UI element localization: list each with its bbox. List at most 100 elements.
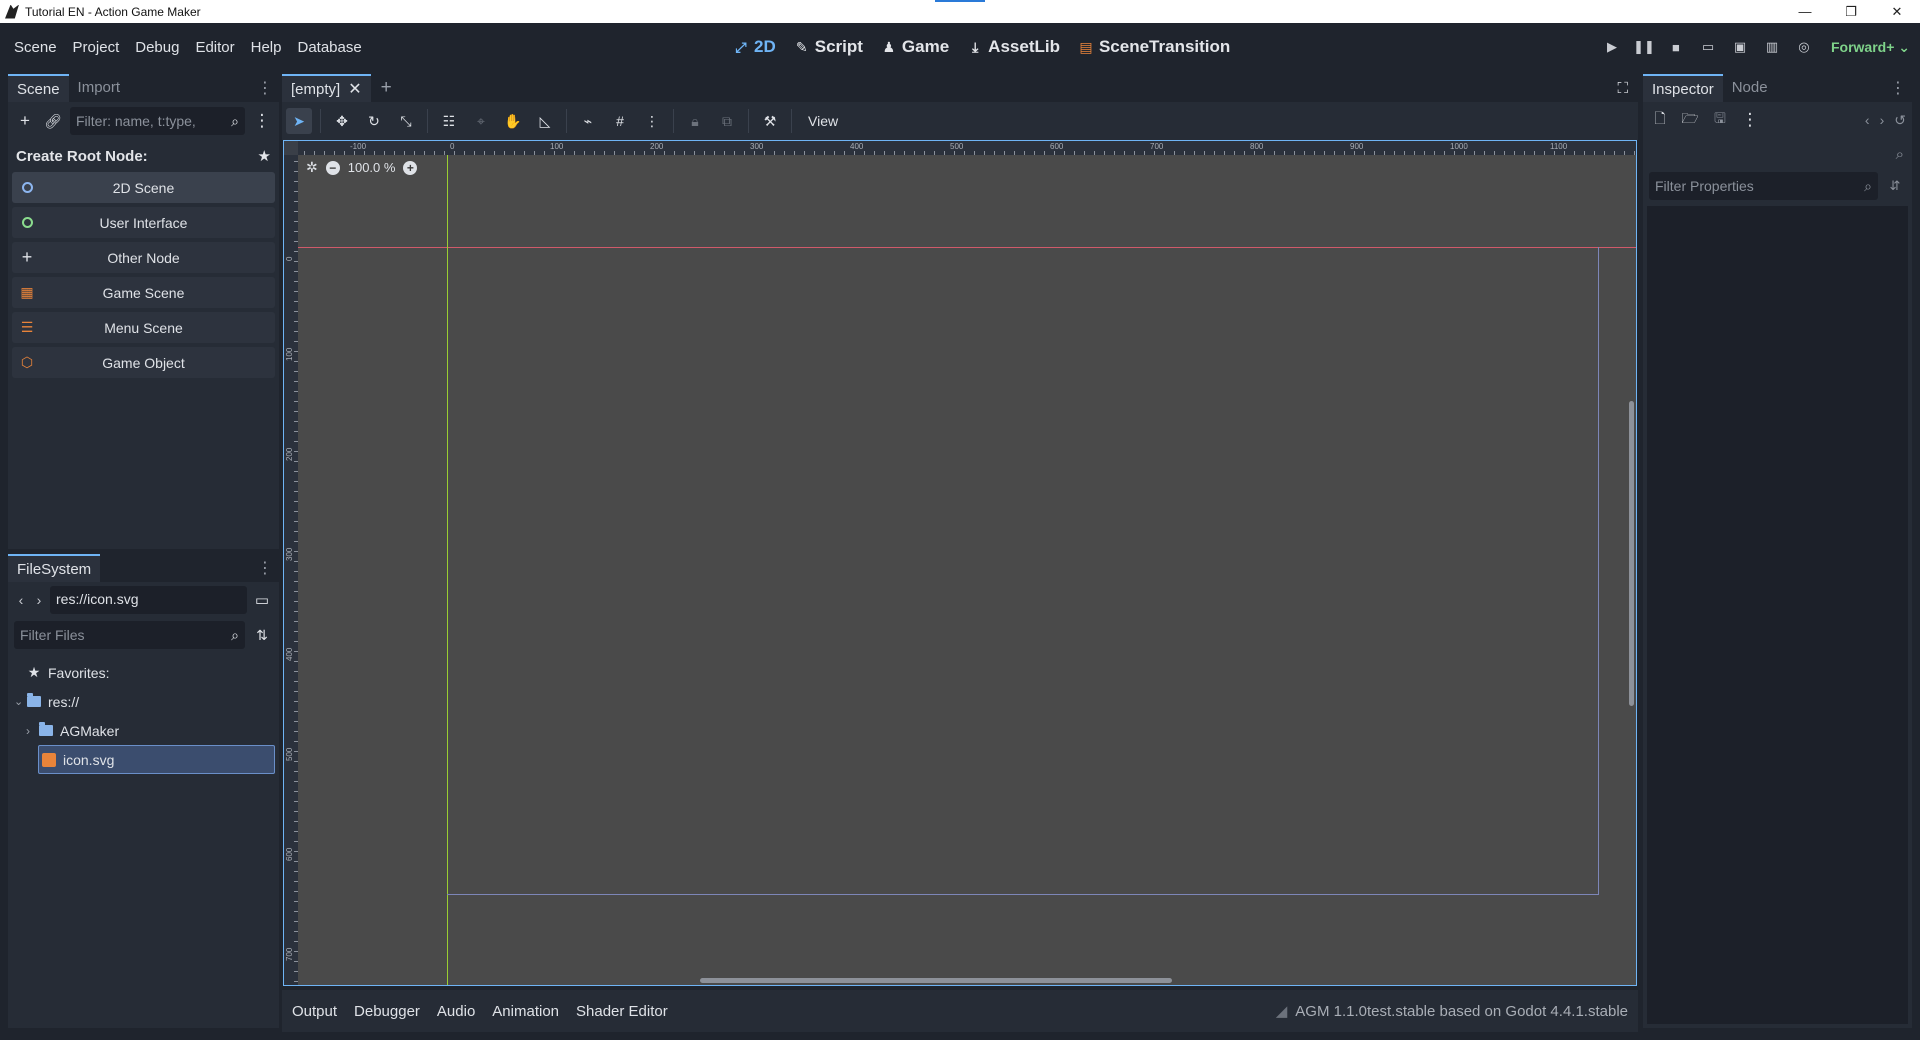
tab-import[interactable]: Import bbox=[69, 74, 130, 102]
play-custom-scene-icon[interactable]: ▥ bbox=[1759, 34, 1785, 60]
minimize-button[interactable]: — bbox=[1782, 0, 1828, 23]
rotate-mode-icon[interactable]: ↻ bbox=[361, 108, 387, 134]
filter-properties-input[interactable]: Filter Properties ⌕ bbox=[1649, 172, 1878, 200]
distraction-free-icon[interactable]: ⛶ bbox=[1617, 80, 1628, 97]
filter-files-input[interactable]: Filter Files ⌕ bbox=[14, 621, 245, 649]
tree-favorites[interactable]: ★ Favorites: bbox=[12, 658, 275, 687]
history-back-icon[interactable]: ‹ bbox=[1865, 112, 1870, 129]
zoom-in-icon[interactable]: + bbox=[403, 160, 418, 175]
tab-audio[interactable]: Audio bbox=[437, 1003, 475, 1020]
close-tab-icon[interactable]: ✕ bbox=[348, 79, 361, 99]
filesystem-menu-icon[interactable]: ⋮ bbox=[257, 558, 273, 578]
tree-file-icon-svg[interactable]: icon.svg bbox=[38, 745, 275, 774]
property-options-icon[interactable]: ⇵ bbox=[1884, 175, 1906, 197]
menu-editor[interactable]: Editor bbox=[187, 39, 242, 56]
tab-debugger[interactable]: Debugger bbox=[354, 1003, 420, 1020]
history-forward-icon[interactable]: › bbox=[1880, 112, 1885, 129]
game-object-icon: ⬡ bbox=[20, 354, 34, 370]
folder-icon bbox=[38, 722, 54, 736]
tab-animation[interactable]: Animation bbox=[492, 1003, 559, 1020]
inspector-menu-icon[interactable]: ⋮ bbox=[1890, 78, 1906, 98]
menu-project[interactable]: Project bbox=[65, 39, 128, 56]
save-icon[interactable]: 🖫︎ bbox=[1709, 109, 1731, 131]
tab-2d[interactable]: ⤢ 2D bbox=[733, 37, 775, 57]
instantiate-link-icon[interactable]: 🔗︎ bbox=[42, 110, 64, 132]
ruler-h-tick-label: 900 bbox=[1350, 142, 1364, 151]
root-game-object-button[interactable]: ⬡ Game Object bbox=[12, 347, 275, 378]
tree-res-root[interactable]: ⌄ res:// bbox=[12, 687, 275, 716]
back-arrow-icon[interactable]: ‹ bbox=[14, 592, 28, 608]
close-window-button[interactable]: ✕ bbox=[1874, 0, 1920, 23]
pan-mode-icon[interactable]: ✋ bbox=[500, 108, 526, 134]
play-scene-icon[interactable]: ▣ bbox=[1727, 34, 1753, 60]
tab-filesystem[interactable]: FileSystem bbox=[8, 554, 101, 582]
history-list-icon[interactable]: ↺ bbox=[1894, 112, 1906, 129]
tree-folder-agmaker[interactable]: › AGMaker bbox=[12, 716, 275, 745]
favorites-star-icon[interactable]: ★ bbox=[258, 147, 271, 165]
scene-options-icon[interactable]: ⋮ bbox=[251, 110, 273, 132]
open-folder-icon[interactable]: 🗁︎ bbox=[1679, 109, 1701, 131]
chevron-down-icon[interactable]: ⌄ bbox=[14, 695, 26, 708]
grid-snap-icon[interactable]: # bbox=[607, 108, 633, 134]
sort-icon[interactable]: ⇅ bbox=[251, 624, 273, 646]
snap-options-icon[interactable]: ⋮ bbox=[639, 108, 665, 134]
tab-assetlib[interactable]: ⤓ AssetLib bbox=[967, 37, 1060, 57]
remote-debug-icon[interactable]: ▭ bbox=[1695, 34, 1721, 60]
tab-node[interactable]: Node bbox=[1723, 74, 1777, 102]
tab-inspector[interactable]: Inspector bbox=[1643, 74, 1723, 102]
root-2d-scene-button[interactable]: 2D Scene bbox=[12, 172, 275, 203]
play-icon[interactable]: ▶ bbox=[1599, 34, 1625, 60]
root-user-interface-button[interactable]: User Interface bbox=[12, 207, 275, 238]
view-menu-button[interactable]: View bbox=[800, 113, 846, 129]
agmaker-folder-label: AGMaker bbox=[60, 722, 120, 739]
pivot-mode-icon[interactable]: ⌖ bbox=[468, 108, 494, 134]
scale-mode-icon[interactable]: ⤡ bbox=[393, 108, 419, 134]
root-menu-scene-button[interactable]: ☰ Menu Scene bbox=[12, 312, 275, 343]
tab-game[interactable]: ♟ Game bbox=[881, 37, 950, 57]
stop-icon[interactable]: ■ bbox=[1663, 34, 1689, 60]
renderer-select[interactable]: Forward+ ⌄ bbox=[1831, 39, 1910, 56]
ruler-mode-icon[interactable]: ◺ bbox=[532, 108, 558, 134]
split-view-icon[interactable]: ▭ bbox=[251, 589, 273, 611]
forward-arrow-icon[interactable]: › bbox=[32, 592, 46, 608]
tab-scene[interactable]: Scene bbox=[8, 74, 69, 102]
vertical-scrollbar[interactable] bbox=[1629, 401, 1634, 706]
scene-dock-menu-icon[interactable]: ⋮ bbox=[257, 78, 273, 98]
scene-tab-empty[interactable]: [empty] ✕ bbox=[282, 74, 371, 102]
select-mode-icon[interactable]: ➤ bbox=[286, 108, 312, 134]
zoom-out-icon[interactable]: − bbox=[325, 160, 340, 175]
ruler-h-tick-label: 700 bbox=[1150, 142, 1164, 151]
zoom-level[interactable]: 100.0 % bbox=[348, 160, 396, 175]
group-icon[interactable]: ⧉ bbox=[714, 108, 740, 134]
skeleton-bone-icon[interactable]: ⚒ bbox=[757, 108, 783, 134]
add-scene-tab-icon[interactable]: + bbox=[381, 77, 392, 99]
move-mode-icon[interactable]: ✥ bbox=[329, 108, 355, 134]
list-select-icon[interactable]: ☷ bbox=[436, 108, 462, 134]
menu-help[interactable]: Help bbox=[243, 39, 290, 56]
add-node-icon[interactable]: + bbox=[14, 110, 36, 132]
menu-scene[interactable]: Scene bbox=[6, 39, 65, 56]
tab-output[interactable]: Output bbox=[292, 1003, 337, 1020]
path-input[interactable]: res://icon.svg bbox=[50, 586, 247, 614]
tab-shader-editor[interactable]: Shader Editor bbox=[576, 1003, 668, 1020]
inspector-options-icon[interactable]: ⋮ bbox=[1739, 109, 1761, 131]
new-resource-icon[interactable]: 🗋︎ bbox=[1649, 109, 1671, 131]
center-view-icon[interactable]: ✲ bbox=[306, 159, 318, 176]
menu-bar: Scene Project Debug Editor Help Database… bbox=[0, 23, 1920, 71]
root-game-scene-button[interactable]: ▦ Game Scene bbox=[12, 277, 275, 308]
root-other-node-button[interactable]: + Other Node bbox=[12, 242, 275, 273]
tab-script[interactable]: ✎ Script bbox=[794, 37, 863, 57]
movie-maker-icon[interactable]: ◎ bbox=[1791, 34, 1817, 60]
pause-icon[interactable]: ❚❚ bbox=[1631, 34, 1657, 60]
smart-snap-icon[interactable]: ⌁ bbox=[575, 108, 601, 134]
object-search-icon[interactable]: ⌕ bbox=[1896, 146, 1904, 163]
tab-scenetransition[interactable]: ▤ SceneTransition bbox=[1078, 37, 1230, 57]
chevron-right-icon[interactable]: › bbox=[26, 724, 38, 738]
menu-debug[interactable]: Debug bbox=[127, 39, 187, 56]
menu-database[interactable]: Database bbox=[289, 39, 369, 56]
horizontal-scrollbar[interactable] bbox=[700, 978, 1172, 983]
lock-icon[interactable]: 🔒︎ bbox=[682, 108, 708, 134]
2d-canvas[interactable]: -100 0 100 200 300 400 500 600 700 800 900 1000 1100… bbox=[283, 140, 1637, 986]
maximize-button[interactable]: ❐ bbox=[1828, 0, 1874, 23]
scene-filter-input[interactable]: Filter: name, t:type, ⌕ bbox=[70, 107, 245, 135]
